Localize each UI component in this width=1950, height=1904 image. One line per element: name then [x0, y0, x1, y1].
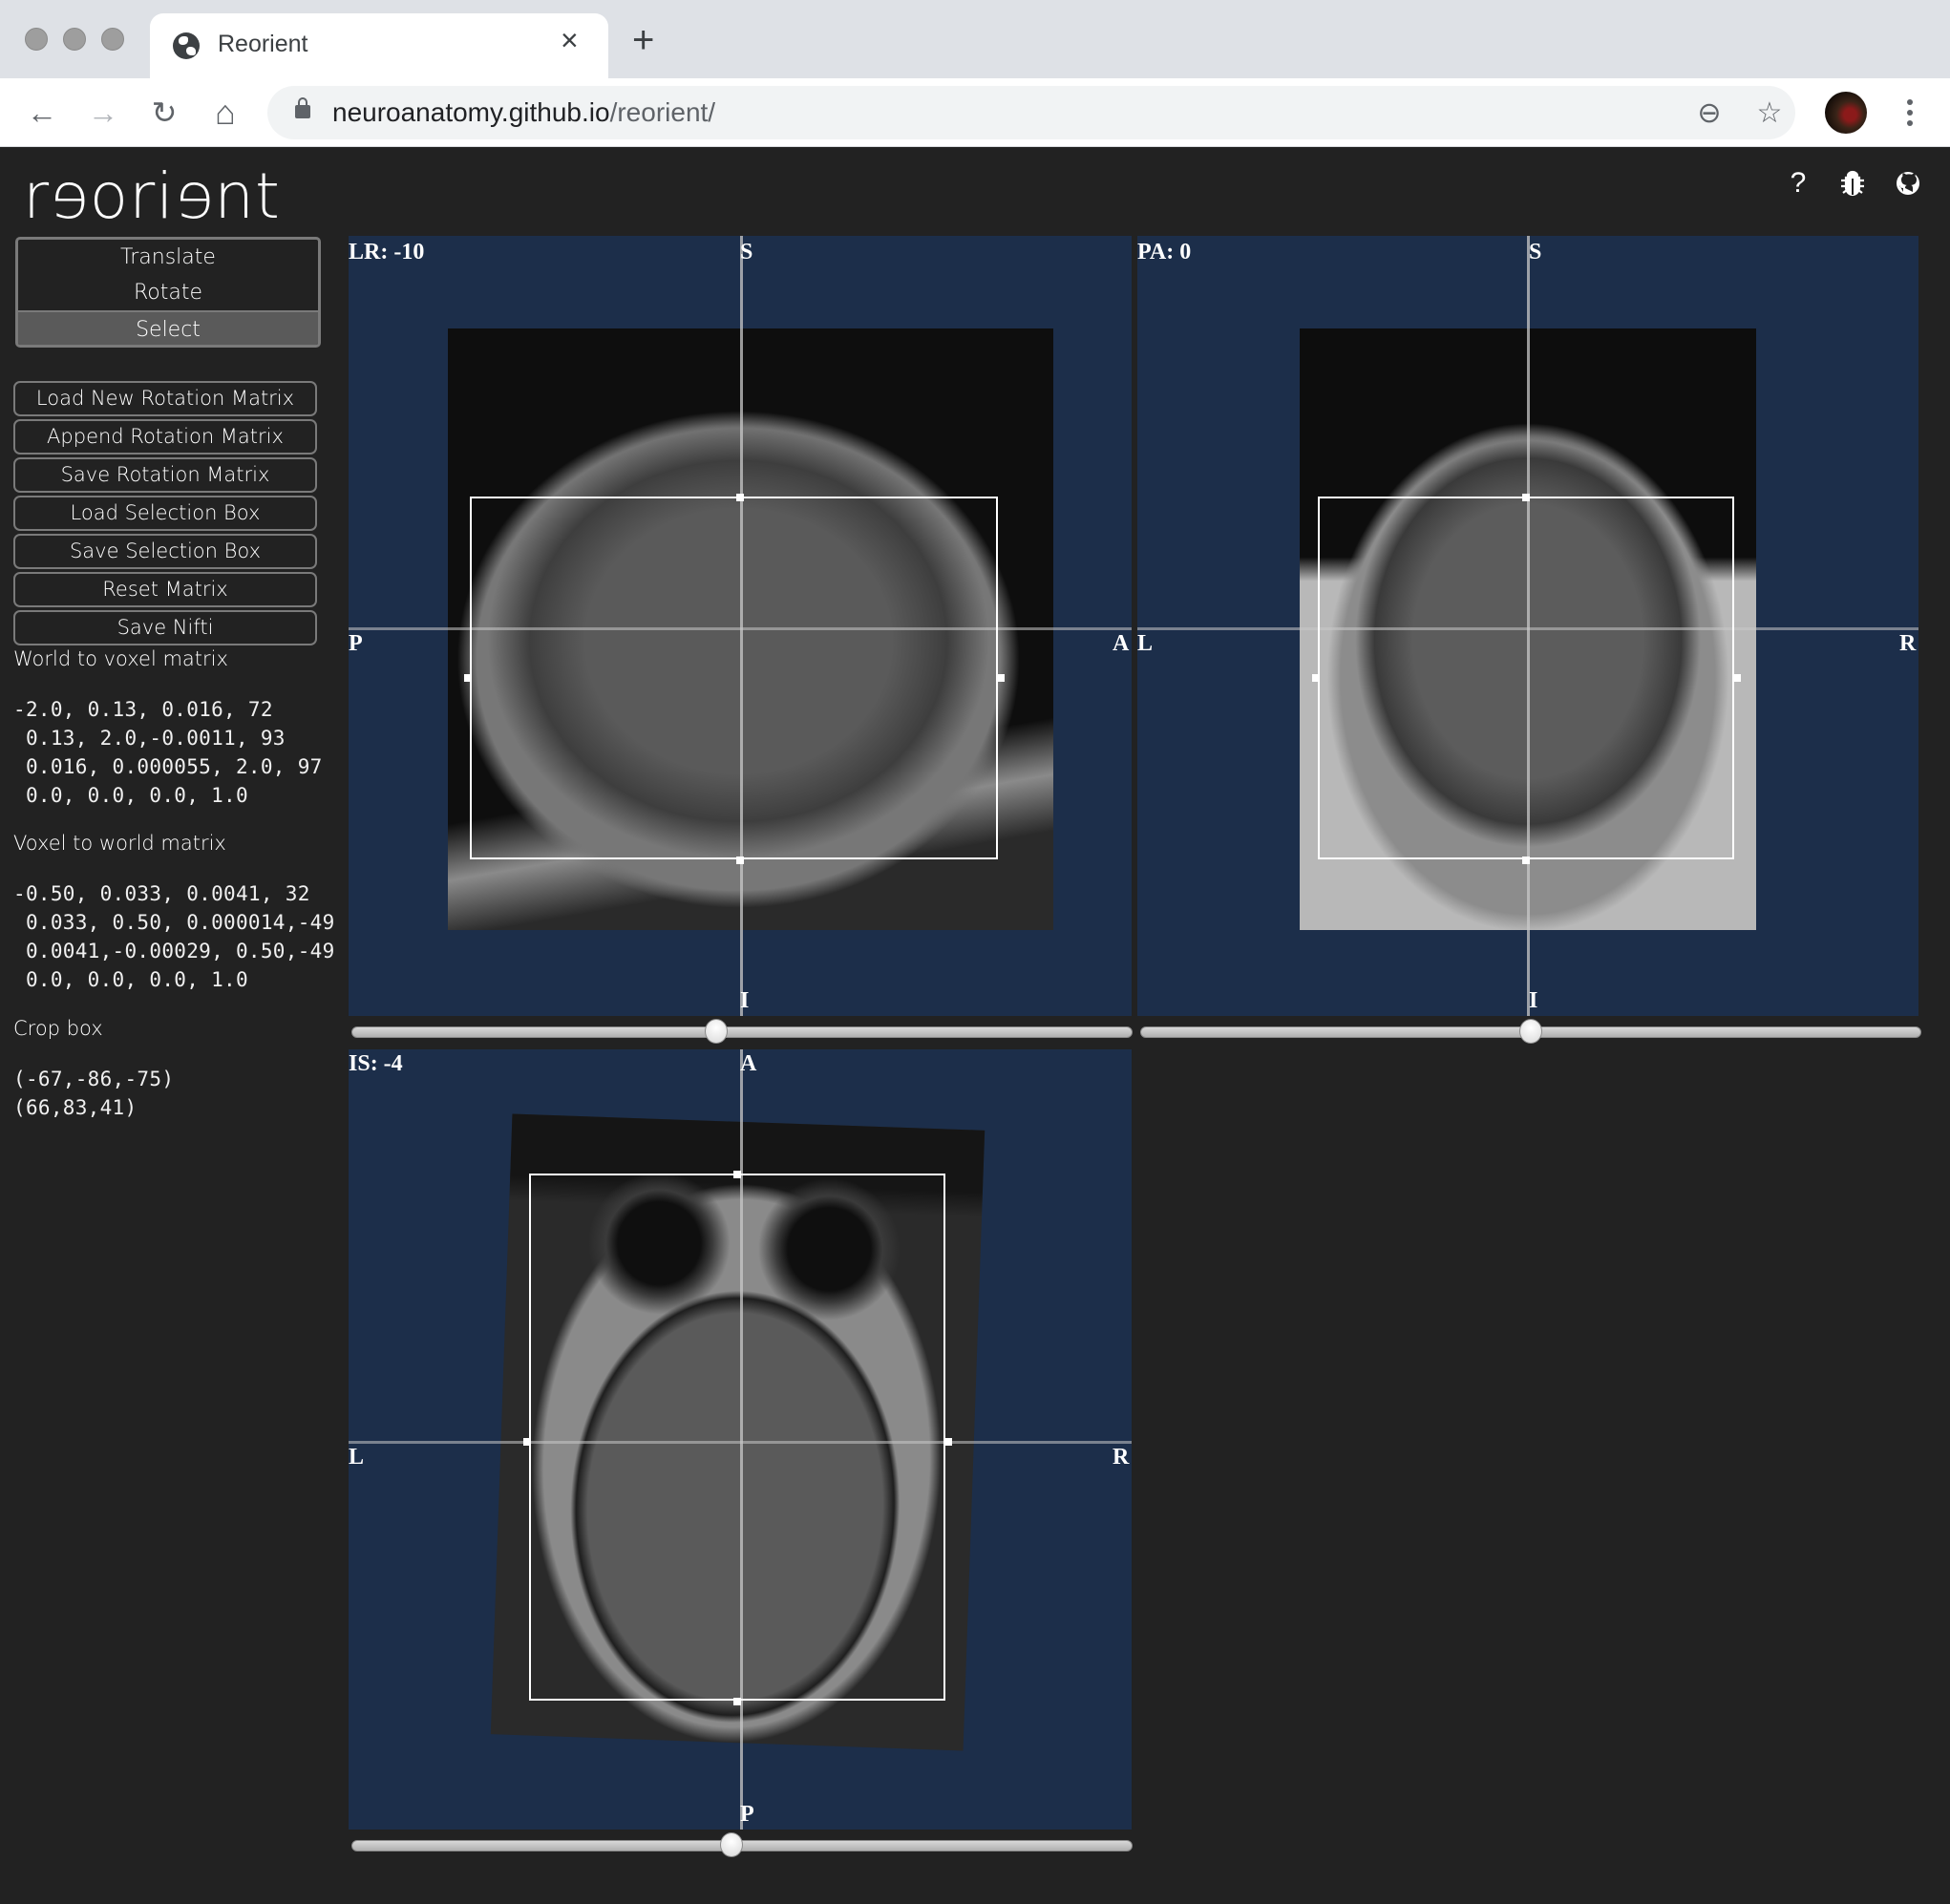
sagittal-slice-slider[interactable]: [351, 1019, 1133, 1044]
mode-rotate[interactable]: Rotate: [18, 275, 318, 310]
zoom-out-icon[interactable]: ⊖: [1690, 94, 1728, 132]
close-tab-icon[interactable]: ×: [561, 25, 579, 55]
mode-translate[interactable]: Translate: [18, 240, 318, 275]
crop-box-label: Crop box: [13, 1017, 103, 1040]
github-icon[interactable]: [1892, 167, 1924, 200]
tab-title: Reorient: [218, 31, 308, 57]
append-rotation-matrix-button[interactable]: Append Rotation Matrix: [13, 419, 317, 455]
selection-handle-bottom[interactable]: [733, 1698, 741, 1705]
help-icon[interactable]: ?: [1782, 167, 1814, 200]
selection-handle-left[interactable]: [1312, 674, 1320, 682]
voxel-to-world-section: Voxel to world matrix -0.50, 0.033, 0.00…: [13, 832, 348, 994]
crop-box-section: Crop box (-67,-86,-75) (66,83,41): [13, 1017, 348, 1122]
voxel-to-world-matrix: -0.50, 0.033, 0.0041, 32 0.033, 0.50, 0.…: [13, 882, 335, 991]
back-icon[interactable]: ←: [21, 92, 63, 134]
save-rotation-matrix-button[interactable]: Save Rotation Matrix: [13, 457, 317, 493]
browser-tab[interactable]: Reorient ×: [150, 13, 608, 78]
action-buttons: Load New Rotation Matrix Append Rotation…: [13, 381, 317, 648]
window-minimize-button[interactable]: [63, 28, 86, 51]
coronal-view[interactable]: PA: 0 S I L R: [1137, 236, 1918, 1016]
orientation-label-bottom: I: [1529, 988, 1538, 1013]
axial-slice-label: IS: -4: [349, 1051, 403, 1076]
browser-toolbar: ← → ↻ ⌂ neuroanatomy.github.io/reorient/…: [0, 78, 1950, 147]
voxel-to-world-label: Voxel to world matrix: [13, 832, 226, 855]
orientation-label-right: A: [1113, 631, 1130, 656]
globe-icon: [173, 32, 200, 59]
reload-icon[interactable]: ↻: [143, 92, 185, 134]
url-text[interactable]: neuroanatomy.github.io/reorient/: [332, 97, 715, 128]
address-bar[interactable]: neuroanatomy.github.io/reorient/ ⊖ ☆: [267, 86, 1795, 139]
world-to-voxel-matrix: -2.0, 0.13, 0.016, 72 0.13, 2.0,-0.0011,…: [13, 698, 323, 807]
orientation-label-top: S: [1529, 240, 1542, 264]
coronal-slice-label: PA: 0: [1137, 240, 1192, 264]
coronal-selection-box[interactable]: [1318, 497, 1734, 859]
orientation-label-left: L: [1137, 631, 1154, 656]
window-close-button[interactable]: [25, 28, 48, 51]
app-logo: reorient: [23, 159, 281, 233]
sagittal-selection-box[interactable]: [470, 497, 998, 859]
profile-avatar[interactable]: [1825, 92, 1867, 134]
url-domain: neuroanatomy.github.io: [332, 97, 610, 127]
sagittal-slice-label: LR: -10: [349, 240, 425, 264]
sagittal-slider-thumb[interactable]: [705, 1019, 729, 1044]
browser-tabstrip: Reorient × +: [0, 0, 1950, 78]
home-icon[interactable]: ⌂: [204, 92, 246, 134]
save-nifti-button[interactable]: Save Nifti: [13, 610, 317, 645]
coronal-slice-slider[interactable]: [1140, 1019, 1921, 1044]
selection-handle-bottom[interactable]: [736, 857, 744, 864]
orientation-label-bottom: P: [740, 1802, 754, 1827]
axial-slice-slider[interactable]: [351, 1832, 1133, 1857]
orientation-label-right: R: [1899, 631, 1917, 656]
browser-menu-icon[interactable]: [1896, 92, 1924, 134]
load-new-rotation-matrix-button[interactable]: Load New Rotation Matrix: [13, 381, 317, 416]
axial-selection-box[interactable]: [529, 1174, 945, 1701]
window-maximize-button[interactable]: [101, 28, 124, 51]
selection-handle-top[interactable]: [1522, 494, 1530, 501]
orientation-label-left: P: [349, 631, 363, 656]
selection-handle-right[interactable]: [997, 674, 1005, 682]
url-path: /reorient/: [609, 97, 716, 127]
mode-select[interactable]: Select: [18, 310, 318, 345]
selection-handle-left[interactable]: [523, 1438, 531, 1446]
crop-box-min: (-67,-86,-75): [13, 1068, 175, 1090]
orientation-label-bottom: I: [740, 988, 750, 1013]
selection-handle-top[interactable]: [736, 494, 744, 501]
crop-box-values: (-67,-86,-75) (66,83,41): [13, 1065, 348, 1122]
lock-icon: [295, 97, 310, 118]
bug-report-icon[interactable]: [1836, 167, 1869, 200]
selection-handle-left[interactable]: [464, 674, 472, 682]
axial-slider-thumb[interactable]: [719, 1832, 743, 1857]
reset-matrix-button[interactable]: Reset Matrix: [13, 572, 317, 607]
selection-handle-right[interactable]: [1733, 674, 1741, 682]
mode-selector: Translate Rotate Select: [15, 237, 321, 348]
save-selection-box-button[interactable]: Save Selection Box: [13, 534, 317, 569]
forward-icon[interactable]: →: [82, 92, 124, 134]
selection-handle-right[interactable]: [944, 1438, 952, 1446]
orientation-label-top: S: [740, 240, 753, 264]
orientation-label-top: A: [740, 1051, 757, 1076]
world-to-voxel-section: World to voxel matrix -2.0, 0.13, 0.016,…: [13, 647, 348, 810]
crop-box-max: (66,83,41): [13, 1096, 138, 1119]
load-selection-box-button[interactable]: Load Selection Box: [13, 496, 317, 531]
axial-view[interactable]: IS: -4 A P L R: [349, 1049, 1132, 1830]
new-tab-button[interactable]: +: [632, 21, 654, 59]
selection-handle-top[interactable]: [733, 1171, 741, 1178]
world-to-voxel-label: World to voxel matrix: [13, 647, 228, 670]
orientation-label-left: L: [349, 1445, 365, 1470]
selection-handle-bottom[interactable]: [1522, 857, 1530, 864]
coronal-slider-thumb[interactable]: [1519, 1019, 1542, 1044]
reorient-app: reorient ? Translate Rotate Select Load …: [0, 148, 1950, 1904]
orientation-label-right: R: [1113, 1445, 1130, 1470]
bookmark-star-icon[interactable]: ☆: [1750, 94, 1789, 132]
sagittal-view[interactable]: LR: -10 S I P A: [349, 236, 1132, 1016]
